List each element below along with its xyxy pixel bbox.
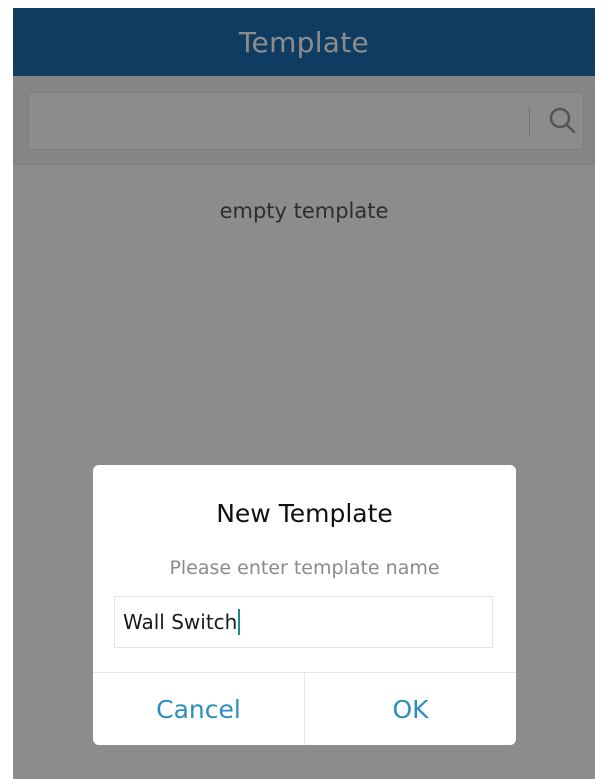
- text-caret: [238, 609, 241, 635]
- cancel-button[interactable]: Cancel: [93, 673, 304, 745]
- dialog-button-row: Cancel OK: [93, 672, 516, 745]
- dialog-message: Please enter template name: [169, 557, 440, 579]
- new-template-dialog: New Template Please enter template name …: [93, 465, 516, 745]
- template-name-input[interactable]: Wall Switch: [114, 596, 493, 648]
- template-name-value: Wall Switch: [123, 610, 238, 634]
- app-screen: Template empty template New Template Ple…: [13, 8, 595, 779]
- dialog-title: New Template: [216, 499, 393, 528]
- ok-button[interactable]: OK: [305, 673, 516, 745]
